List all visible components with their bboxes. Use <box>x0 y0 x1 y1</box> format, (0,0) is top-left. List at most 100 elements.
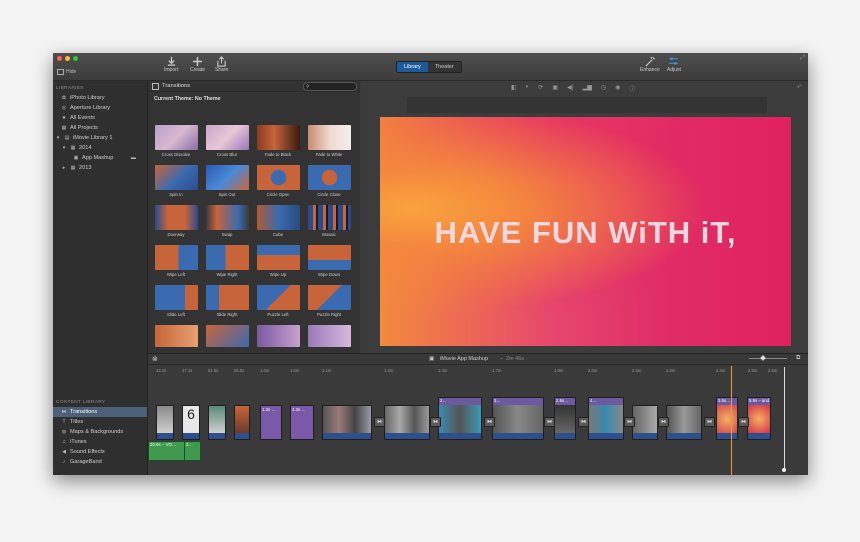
video-clip[interactable] <box>384 405 430 440</box>
sidebar-item-garageband[interactable]: ♪ GarageBand <box>53 457 147 467</box>
minimize-window-button[interactable] <box>65 56 70 61</box>
transition-partial-row[interactable] <box>256 325 300 347</box>
disclosure-down-icon[interactable]: ▾ <box>61 145 67 151</box>
sidebar-item-titles[interactable]: T Titles <box>53 417 147 427</box>
transition-cross-blur[interactable]: Cross Blur <box>205 125 249 157</box>
sidebar-item-imovie-library[interactable]: ▾ ▤ iMovie Library 1 <box>53 133 147 143</box>
transition-cube[interactable]: Cube <box>256 205 300 237</box>
skimmer-handle[interactable] <box>782 468 786 472</box>
transition-partial-row[interactable] <box>205 325 249 347</box>
audio-clip[interactable]: 20.6s – VO… <box>148 441 185 461</box>
equalizer-icon[interactable]: ▂▆ <box>583 84 592 93</box>
transition-slide-left[interactable]: Slide Left <box>154 285 198 317</box>
import-button[interactable]: Import <box>164 56 178 73</box>
video-clip[interactable] <box>208 405 226 440</box>
transition-wipe-down[interactable]: Wipe Down <box>307 245 351 277</box>
fullscreen-icon[interactable]: ⤢ <box>800 55 805 62</box>
video-preview[interactable]: HAVE FUN WiTH iT, <box>380 117 791 346</box>
transition-marker-icon[interactable]: ⧓ <box>578 417 589 427</box>
zoom-window-button[interactable] <box>73 56 78 61</box>
transition-marker-icon[interactable]: ⧓ <box>374 417 385 427</box>
transition-cross-dissolve[interactable]: Cross Dissolve <box>154 125 198 157</box>
video-clip[interactable]: 4… <box>588 397 624 440</box>
video-clip[interactable]: 3… <box>492 397 544 440</box>
sidebar-item-iphoto-library[interactable]: ✿ iPhoto Library <box>53 93 147 103</box>
video-clip[interactable]: 6 <box>182 405 200 440</box>
filter-icon[interactable]: ◉ <box>615 84 620 93</box>
transition-fade-to-white[interactable]: Fade to White <box>307 125 351 157</box>
adjust-button[interactable]: Adjust <box>667 56 681 73</box>
transition-partial-row[interactable] <box>154 325 198 347</box>
timeline-settings-icon[interactable]: ⧉ <box>796 355 800 362</box>
video-clip[interactable]: 4.3s … <box>290 405 314 440</box>
video-clip[interactable] <box>156 405 174 440</box>
playhead[interactable] <box>731 366 732 475</box>
transition-slide-right[interactable]: Slide Right <box>205 285 249 317</box>
hide-button[interactable]: Hide <box>57 69 76 75</box>
transition-wipe-right[interactable]: Wipe Right <box>205 245 249 277</box>
audio-clip[interactable]: 3… <box>184 441 201 461</box>
transition-marker-icon[interactable]: ⧓ <box>544 417 555 427</box>
sidebar-item-transitions[interactable]: ⧓ Transitions <box>53 407 147 417</box>
zoom-slider[interactable] <box>749 355 787 361</box>
reset-icon[interactable]: ↶ <box>797 84 802 91</box>
sidebar-item-all-projects[interactable]: ▦ All Projects <box>53 123 147 133</box>
transition-partial-row[interactable] <box>307 325 351 347</box>
volume-icon[interactable]: ◀) <box>567 84 574 93</box>
create-button[interactable]: Create <box>190 56 205 73</box>
transition-fade-to-black[interactable]: Fade to Black <box>256 125 300 157</box>
video-clip[interactable] <box>234 405 250 440</box>
close-window-button[interactable] <box>57 56 62 61</box>
enhance-button[interactable]: Enhance <box>640 56 660 73</box>
sidebar-item-aperture-library[interactable]: ◎ Aperture Library <box>53 103 147 113</box>
tab-library[interactable]: Library <box>397 62 428 72</box>
crop-icon[interactable]: ◧ <box>511 84 517 93</box>
transition-puzzle-left[interactable]: Puzzle Left <box>256 285 300 317</box>
transition-marker-icon[interactable]: ⧓ <box>430 417 441 427</box>
transition-spin-in[interactable]: Spin In <box>154 165 198 197</box>
transition-thumbnail <box>307 325 351 347</box>
color-balance-icon[interactable]: ◐ <box>526 84 530 93</box>
sidebar-item-2013[interactable]: ▸ ▦ 2013 <box>53 163 147 173</box>
speed-icon[interactable]: ◷ <box>601 84 606 93</box>
rotate-icon[interactable]: ⟳ <box>538 84 543 93</box>
transition-circle-close[interactable]: Circle Close <box>307 165 351 197</box>
sidebar-item-itunes[interactable]: ♫ iTunes <box>53 437 147 447</box>
video-clip[interactable]: 3.5s… <box>716 397 738 440</box>
tab-theater[interactable]: Theater <box>427 62 461 72</box>
info-icon[interactable]: ⓘ <box>629 84 635 93</box>
search-field[interactable]: ⚲ <box>303 82 357 91</box>
sidebar-item-maps-backgrounds[interactable]: ◍ Maps & Backgrounds <box>53 427 147 437</box>
transition-marker-icon[interactable]: ⧓ <box>484 417 495 427</box>
sidebar-item-all-events[interactable]: ★ All Events <box>53 113 147 123</box>
video-clip[interactable]: 2… <box>438 397 482 440</box>
transition-marker-icon[interactable]: ⧓ <box>658 417 669 427</box>
zoom-slider-knob[interactable] <box>760 355 766 361</box>
sidebar-item-sound-effects[interactable]: ◀ Sound Effects <box>53 447 147 457</box>
video-clip[interactable] <box>322 405 372 440</box>
transition-doorway[interactable]: Doorway <box>154 205 198 237</box>
transition-marker-icon[interactable]: ⧓ <box>624 417 635 427</box>
video-clip[interactable]: 2.5s… <box>554 397 576 440</box>
transition-circle-open[interactable]: Circle Open <box>256 165 300 197</box>
video-clip[interactable] <box>666 405 702 440</box>
video-clip[interactable] <box>632 405 658 440</box>
transition-swap[interactable]: Swap <box>205 205 249 237</box>
disclosure-down-icon[interactable]: ▾ <box>55 135 61 141</box>
close-project-icon[interactable]: ⊗ <box>152 355 158 363</box>
share-button[interactable]: Share <box>215 56 228 73</box>
transition-mosaic[interactable]: Mosaic <box>307 205 351 237</box>
disclosure-right-icon[interactable]: ▸ <box>61 165 67 171</box>
stabilize-icon[interactable]: ▣ <box>552 84 558 93</box>
video-clip[interactable]: 5.9s – and… <box>747 397 771 440</box>
transition-spin-out[interactable]: Spin Out <box>205 165 249 197</box>
transition-wipe-up[interactable]: Wipe Up <box>256 245 300 277</box>
toolbar: Hide Import Create Share Library Theater… <box>53 53 808 81</box>
video-clip[interactable]: 1.3s … <box>260 405 282 440</box>
transition-marker-icon[interactable]: ⧓ <box>738 417 749 427</box>
transition-marker-icon[interactable]: ⧓ <box>704 417 715 427</box>
transition-puzzle-right[interactable]: Puzzle Right <box>307 285 351 317</box>
sidebar-item-app-mashup[interactable]: ▣ App Mashup ▬ <box>53 153 147 163</box>
transition-wipe-left[interactable]: Wipe Left <box>154 245 198 277</box>
sidebar-item-2014[interactable]: ▾ ▦ 2014 <box>53 143 147 153</box>
